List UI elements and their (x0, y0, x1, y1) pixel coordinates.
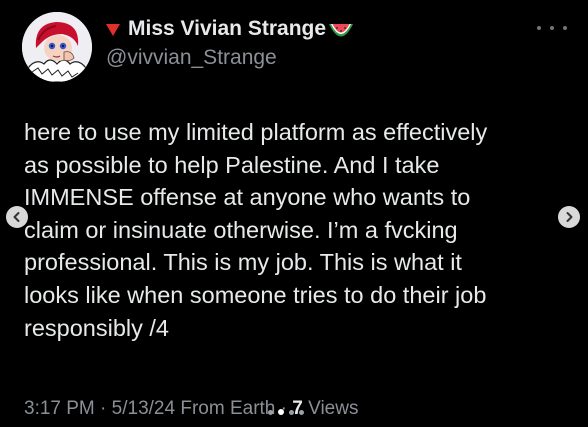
tweet-text-line: professional. This is my job. This is wh… (24, 249, 462, 276)
author-handle[interactable]: @vivvian_Strange (106, 46, 277, 70)
tweet-text-line: responsibly /4 (24, 314, 169, 341)
carousel-dot[interactable] (268, 409, 273, 415)
views-label[interactable]: Views (308, 398, 358, 419)
author-display-name[interactable]: Miss Vivian Strange (128, 17, 326, 41)
chevron-left-icon (13, 212, 20, 222)
watermelon-icon (329, 23, 354, 36)
more-dot-icon (537, 26, 541, 30)
red-triangle-icon (106, 24, 120, 36)
author-name-row[interactable]: Miss Vivian Strange (106, 16, 354, 42)
carousel-previous-button[interactable] (6, 206, 28, 228)
tweet-text-line: here to use my limited platform as effec… (24, 119, 488, 145)
avatar-illustration (22, 12, 92, 82)
tweet-text-line: looks like when someone tries to do thei… (24, 281, 487, 308)
more-options-button[interactable] (537, 20, 567, 36)
tweet-text-line: IMMENSE offense at anyone who wants to (24, 184, 471, 211)
carousel-page-indicator (268, 409, 304, 415)
meta-separator: · (100, 398, 107, 419)
tweet-text-line: as possible to help Palestine. And I tak… (24, 151, 440, 178)
more-dot-icon (550, 26, 554, 30)
carousel-dot[interactable] (289, 409, 294, 415)
tweet-card: Miss Vivian Strange @vivvian_Strange her… (0, 0, 588, 427)
more-dot-icon (563, 26, 567, 30)
avatar[interactable] (22, 12, 92, 82)
carousel-dot[interactable] (278, 409, 284, 415)
chevron-right-icon (566, 212, 573, 222)
tweet-time[interactable]: 3:17 PM (24, 398, 95, 419)
carousel-next-button[interactable] (558, 206, 580, 228)
carousel-dot[interactable] (299, 409, 304, 415)
tweet-metadata: 3:17 PM · 5/13/24 From Earth · 7 Views (24, 398, 358, 420)
tweet-text: here to use my limited platform as effec… (24, 116, 564, 344)
tweet-text-line: claim or insinuate otherwise. I’m a fvck… (24, 216, 458, 243)
tweet-date[interactable]: 5/13/24 (112, 398, 175, 419)
tweet-location: From Earth (180, 398, 276, 419)
